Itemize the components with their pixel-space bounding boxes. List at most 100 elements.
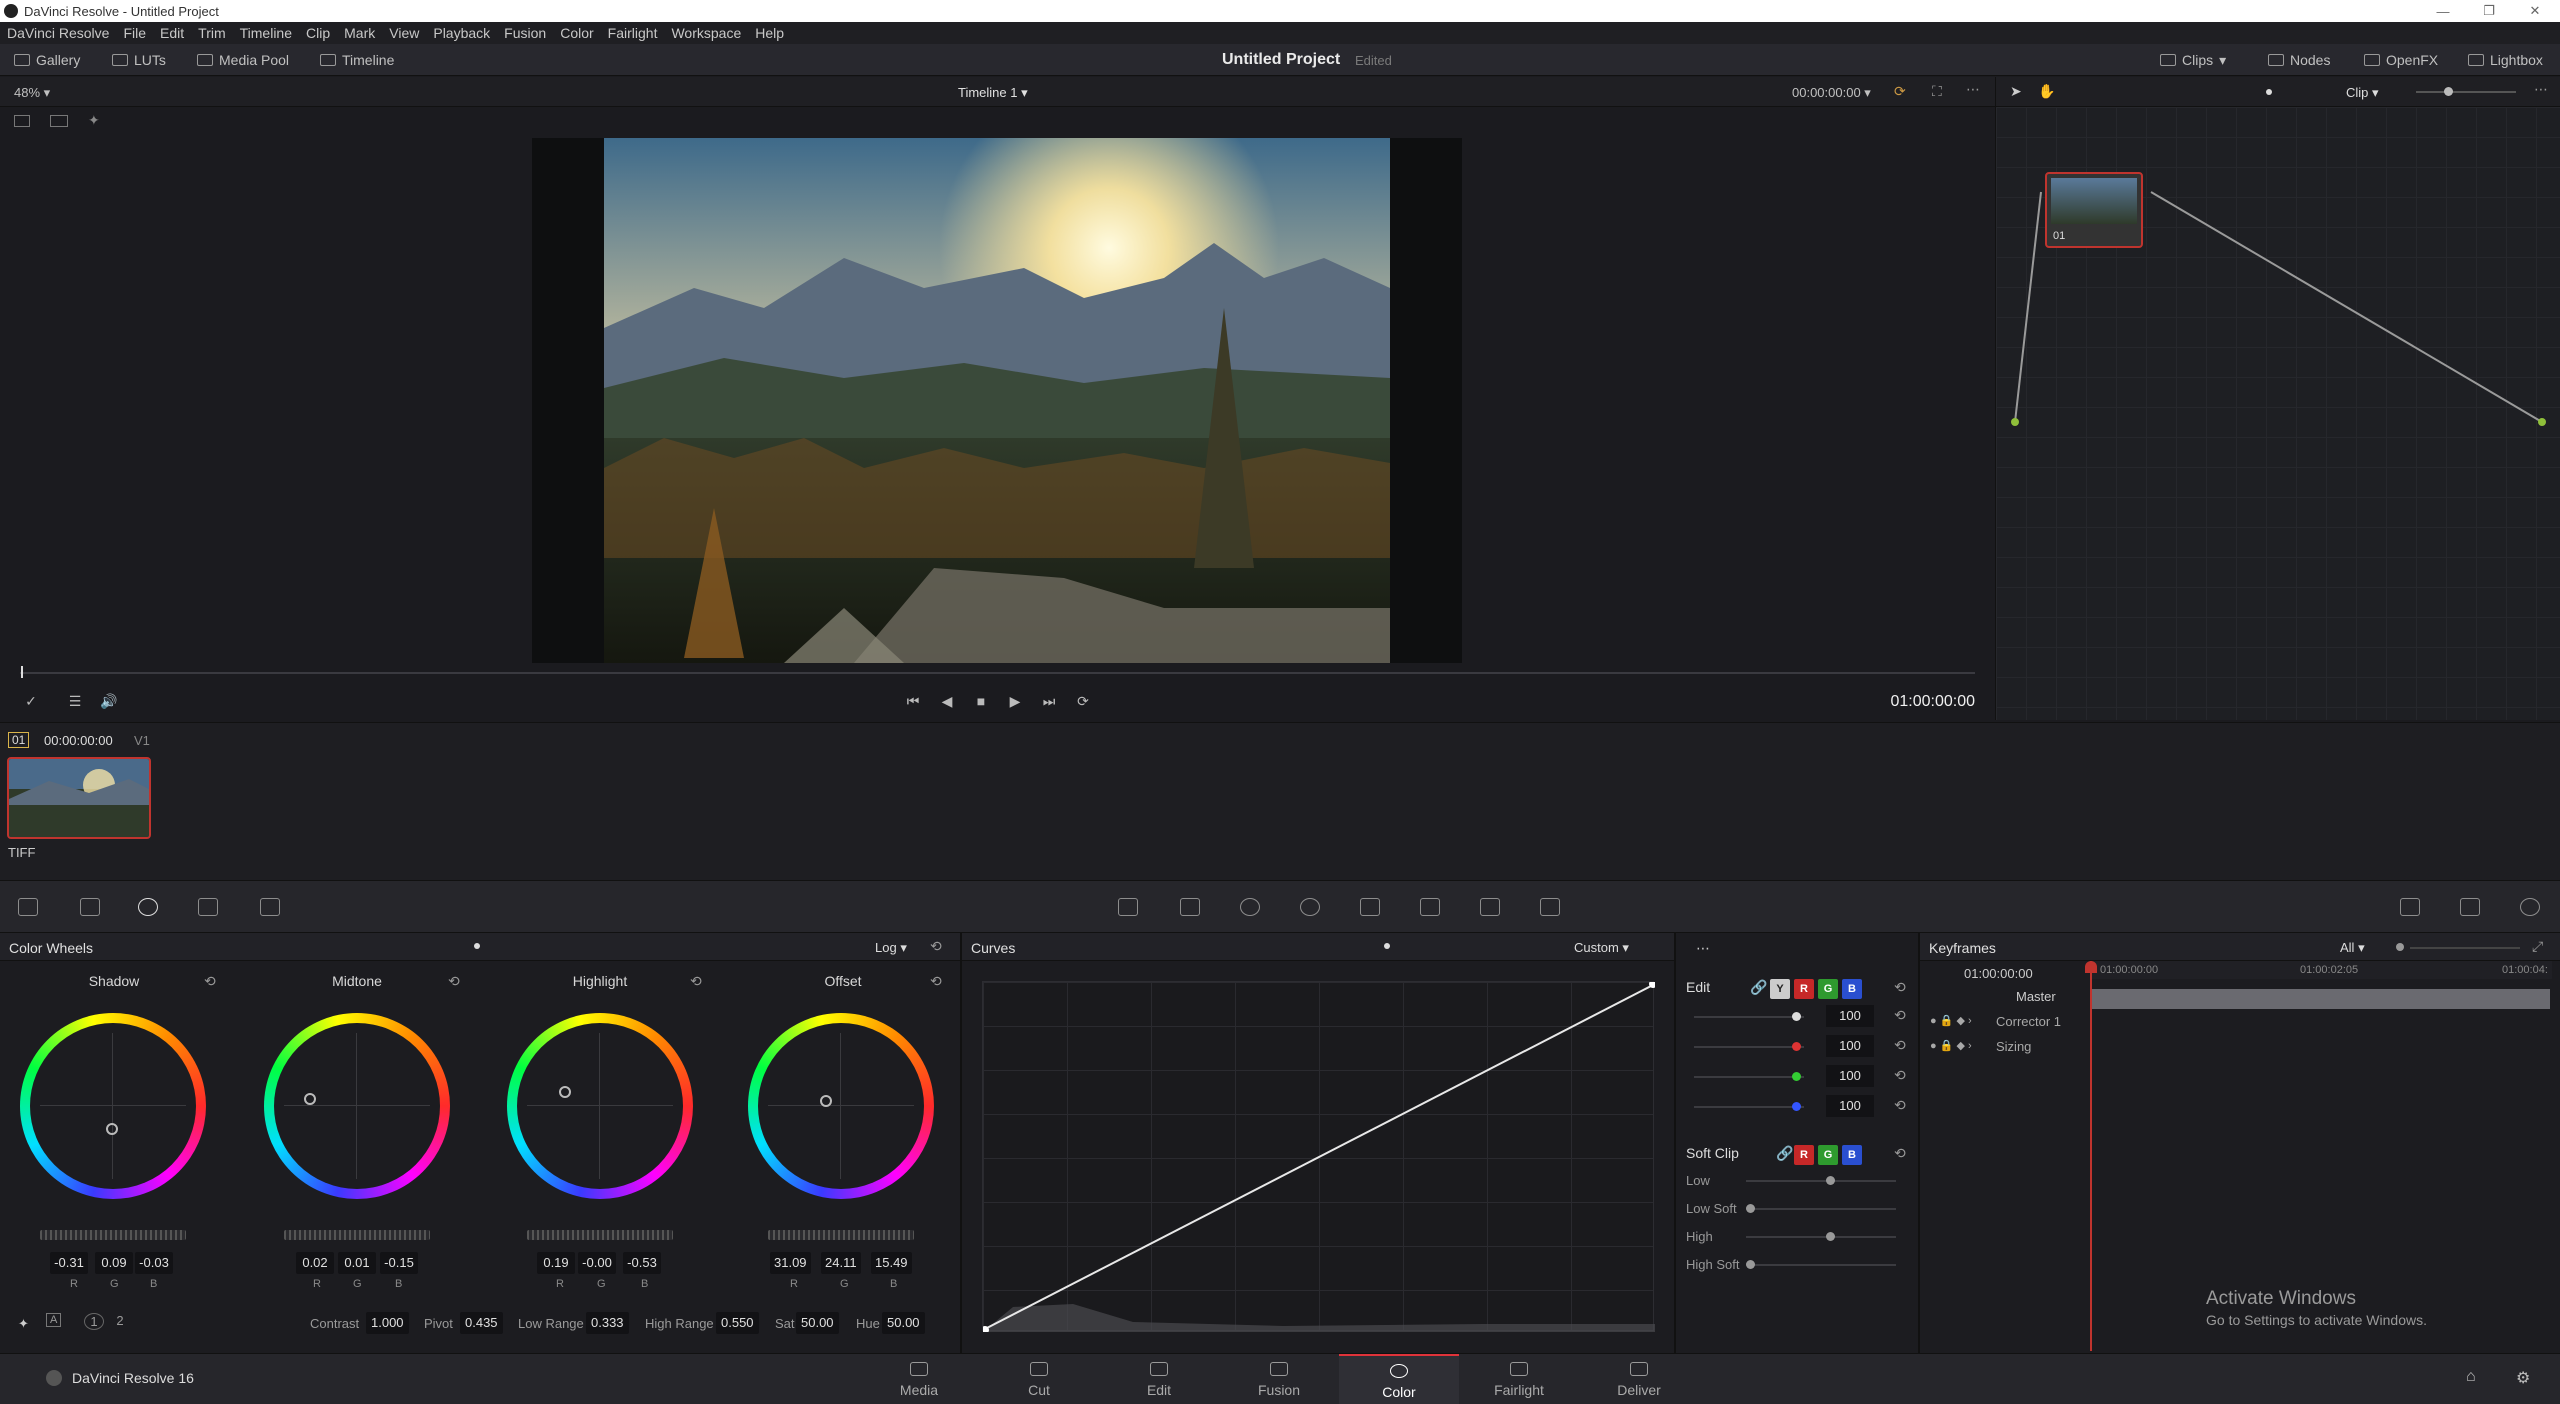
hue-value[interactable]: 50.00 xyxy=(882,1312,925,1334)
curves-mode-select[interactable]: Custom ▾ xyxy=(1574,940,1629,956)
b-value[interactable]: 100 xyxy=(1826,1095,1874,1117)
settings-gear-icon[interactable]: ⚙ xyxy=(2516,1368,2530,1388)
reset-icon[interactable]: ⟲ xyxy=(1894,1007,1906,1024)
color-wheels-icon[interactable] xyxy=(138,898,158,916)
menu-help[interactable]: Help xyxy=(748,25,791,41)
page-2-button[interactable]: 2 xyxy=(110,1313,130,1328)
y-value[interactable]: 100 xyxy=(1826,1005,1874,1027)
curves-icon[interactable] xyxy=(1118,898,1138,916)
offset-reset-icon[interactable]: ⟲ xyxy=(930,973,942,990)
keyframes-toggle-icon[interactable] xyxy=(2400,898,2420,916)
image-wipe-icon[interactable] xyxy=(14,115,30,127)
menu-file[interactable]: File xyxy=(116,25,153,41)
offset-b[interactable]: 15.49 xyxy=(871,1252,912,1274)
menu-trim[interactable]: Trim xyxy=(191,25,232,41)
low-range-value[interactable]: 0.333 xyxy=(586,1312,629,1334)
offset-wheel[interactable] xyxy=(748,1013,934,1199)
timecode-select[interactable]: 00:00:00:00 ▾ xyxy=(1792,85,1871,101)
highlight-wheel[interactable] xyxy=(507,1013,693,1199)
sizing-icon[interactable] xyxy=(1480,898,1500,916)
clip-thumbnail[interactable] xyxy=(7,757,151,839)
high-slider-knob[interactable] xyxy=(1826,1232,1835,1241)
home-icon[interactable]: ⌂ xyxy=(2466,1368,2476,1386)
channel-g-button[interactable]: G xyxy=(1818,979,1838,999)
midtone-g[interactable]: 0.01 xyxy=(338,1252,376,1274)
keyframes-ruler[interactable]: 01:00:00:00 01:00:02:05 01:00:04: xyxy=(2090,961,2552,979)
expand-icon[interactable]: ⤢ xyxy=(2532,938,2543,955)
reset-icon[interactable]: ⟲ xyxy=(1894,979,1906,996)
pivot-value[interactable]: 0.435 xyxy=(460,1312,503,1334)
tracker-icon[interactable] xyxy=(1300,898,1320,916)
tab-color[interactable]: Color xyxy=(1339,1354,1459,1404)
close-icon[interactable]: ✕ xyxy=(2512,0,2558,22)
menu-workspace[interactable]: Workspace xyxy=(664,25,748,41)
minimize-icon[interactable]: — xyxy=(2420,0,2466,22)
node-mode-select[interactable]: Clip ▾ xyxy=(2346,85,2379,101)
midtone-jog[interactable] xyxy=(284,1230,430,1240)
tab-cut[interactable]: Cut xyxy=(979,1354,1099,1404)
reset-icon[interactable]: ⟲ xyxy=(930,938,942,955)
y-slider-knob[interactable] xyxy=(1792,1012,1801,1021)
offset-jog[interactable] xyxy=(768,1230,914,1240)
highlight-r[interactable]: 0.19 xyxy=(537,1252,575,1274)
low-slider-knob[interactable] xyxy=(1826,1176,1835,1185)
midtone-reset-icon[interactable]: ⟲ xyxy=(448,973,460,990)
link-icon[interactable]: 🔗 xyxy=(1750,979,1767,996)
master-track-bar[interactable] xyxy=(2092,989,2550,1009)
play-reverse-icon[interactable]: ◀ xyxy=(936,690,958,712)
menu-fusion[interactable]: Fusion xyxy=(497,25,553,41)
r-slider-knob[interactable] xyxy=(1792,1042,1801,1051)
row-controls-icon[interactable]: ● 🔒 ◆ › xyxy=(1930,1014,1972,1027)
midtone-b[interactable]: -0.15 xyxy=(380,1252,418,1274)
3d-icon[interactable] xyxy=(1540,898,1560,916)
motion-effects-icon[interactable] xyxy=(260,898,280,916)
channel-y-button[interactable]: Y xyxy=(1770,979,1790,999)
menu-timeline[interactable]: Timeline xyxy=(233,25,299,41)
r-value[interactable]: 100 xyxy=(1826,1035,1874,1057)
bypass-icon[interactable]: ⟳ xyxy=(1894,83,1906,100)
auto-balance-icon[interactable]: A xyxy=(46,1313,62,1327)
viewer-scrubber[interactable] xyxy=(20,672,1975,674)
page-dot[interactable] xyxy=(1384,943,1390,949)
menu-clip[interactable]: Clip xyxy=(299,25,337,41)
jump-to-end-icon[interactable]: ⏭ xyxy=(1038,690,1060,712)
sat-value[interactable]: 50.00 xyxy=(796,1312,839,1334)
reset-icon[interactable]: ⟲ xyxy=(1894,1037,1906,1054)
tab-fusion[interactable]: Fusion xyxy=(1219,1354,1339,1404)
openfx-button[interactable]: OpenFX xyxy=(2364,50,2438,70)
menu-color[interactable]: Color xyxy=(553,25,600,41)
node-zoom-knob[interactable] xyxy=(2444,87,2453,96)
menu-playback[interactable]: Playback xyxy=(426,25,497,41)
zoom-select[interactable]: 48% ▾ xyxy=(14,85,50,101)
high-soft-slider[interactable] xyxy=(1746,1264,1896,1266)
nodes-button[interactable]: Nodes xyxy=(2268,50,2330,70)
fullscreen-icon[interactable]: ⛶ xyxy=(1932,83,1942,100)
midtone-wheel-handle[interactable] xyxy=(304,1093,316,1105)
split-screen-icon[interactable] xyxy=(50,115,68,127)
hand-icon[interactable]: ✋ xyxy=(2038,83,2055,100)
window-icon[interactable] xyxy=(1240,898,1260,916)
menu-edit[interactable]: Edit xyxy=(153,25,191,41)
channel-r-button[interactable]: R xyxy=(1794,979,1814,999)
more-options-icon[interactable]: ⋯ xyxy=(2534,81,2548,98)
reset-icon[interactable]: ⟲ xyxy=(1894,1097,1906,1114)
offset-g[interactable]: 24.11 xyxy=(821,1252,861,1274)
clips-button[interactable]: Clips ▾ xyxy=(2160,50,2226,70)
luts-button[interactable]: LUTs xyxy=(112,50,166,70)
offset-wheel-handle[interactable] xyxy=(820,1095,832,1107)
key-icon[interactable] xyxy=(1420,898,1440,916)
pointer-icon[interactable]: ➤ xyxy=(2010,83,2022,100)
high-soft-knob[interactable] xyxy=(1746,1260,1755,1269)
shadow-g[interactable]: 0.09 xyxy=(95,1252,133,1274)
keyframes-zoom-slider[interactable] xyxy=(2410,947,2520,949)
shadow-wheel-handle[interactable] xyxy=(106,1123,118,1135)
blur-icon[interactable] xyxy=(1360,898,1380,916)
low-soft-knob[interactable] xyxy=(1746,1204,1755,1213)
highlight-g[interactable]: -0.00 xyxy=(578,1252,616,1274)
row-controls-icon[interactable]: ● 🔒 ◆ › xyxy=(1930,1039,1972,1052)
timeline-select[interactable]: Timeline 1 ▾ xyxy=(958,85,1028,101)
reset-icon[interactable]: ⟲ xyxy=(1894,1067,1906,1084)
camera-raw-icon[interactable] xyxy=(18,898,38,916)
speaker-icon[interactable]: 🔊 xyxy=(98,690,120,712)
timeline-button[interactable]: Timeline xyxy=(320,50,394,70)
